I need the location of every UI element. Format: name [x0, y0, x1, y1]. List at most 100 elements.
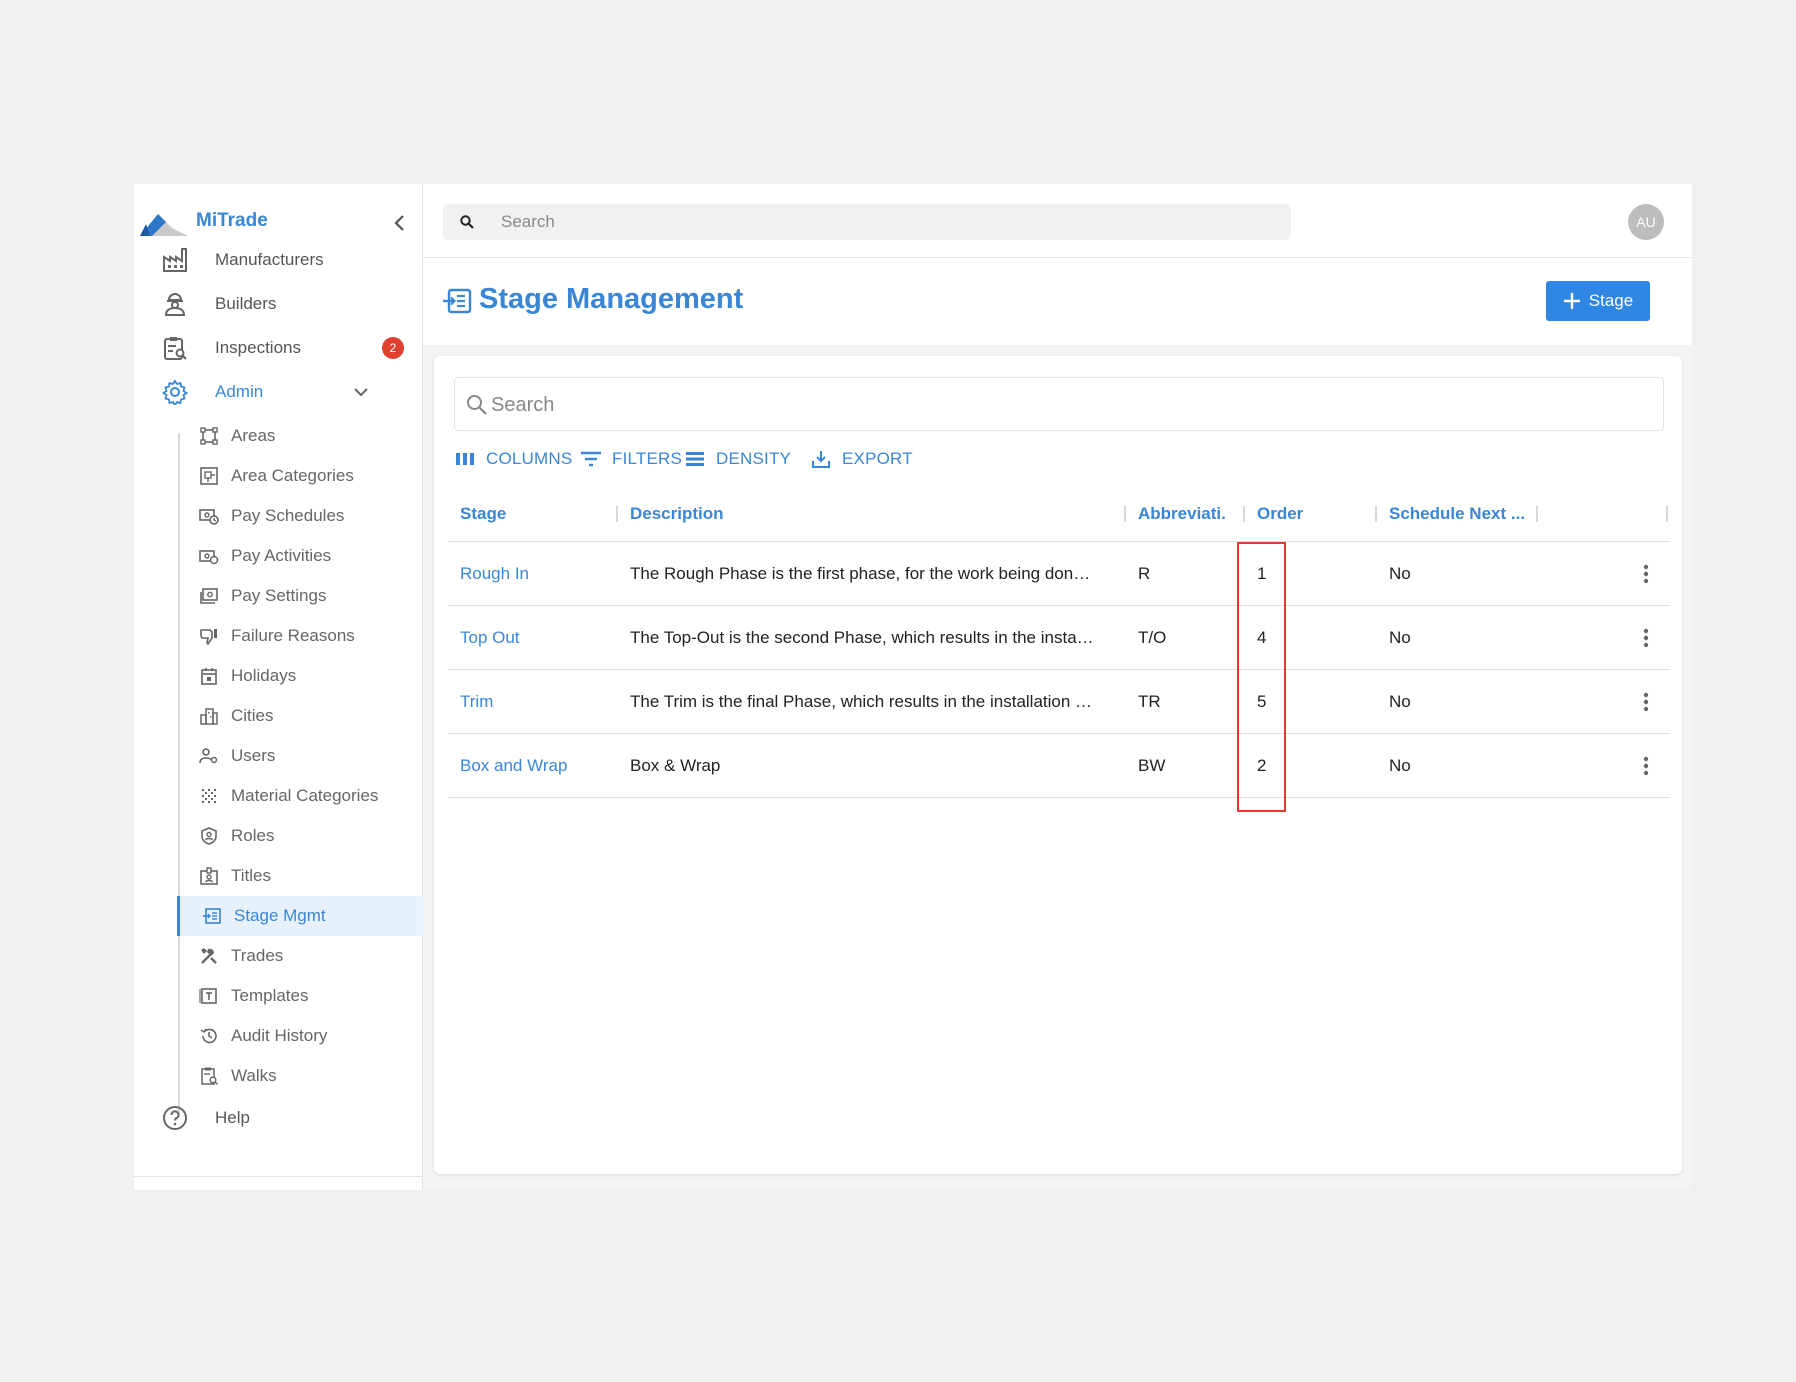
sidebar-item-label: Stage Mgmt — [234, 906, 326, 925]
stage-link[interactable]: Box and Wrap — [460, 734, 615, 798]
table-row[interactable]: Rough In The Rough Phase is the first ph… — [448, 542, 1670, 606]
export-button[interactable]: EXPORT — [810, 444, 913, 474]
tools-icon — [199, 946, 219, 966]
sidebar-item-help[interactable]: Help — [134, 1096, 423, 1140]
more-vertical-icon — [1643, 564, 1649, 584]
row-actions-button[interactable] — [1634, 626, 1658, 650]
sidebar-item-pay-activities[interactable]: Pay Activities — [179, 536, 423, 576]
history-icon — [199, 1026, 219, 1046]
abbreviation-cell: TR — [1138, 692, 1161, 711]
column-header-order[interactable]: Order — [1257, 486, 1367, 542]
data-grid-card: COLUMNS FILTERS DENSITY EXPORT Stage Des… — [434, 356, 1682, 1174]
columns-button[interactable]: COLUMNS — [454, 444, 572, 474]
sidebar-item-stage-mgmt[interactable]: Stage Mgmt — [177, 896, 423, 936]
collapse-sidebar-button[interactable] — [385, 208, 415, 238]
sidebar-item-area-categories[interactable]: Area Categories — [179, 456, 423, 496]
sidebar-item-material-categories[interactable]: Material Categories — [179, 776, 423, 816]
stage-link[interactable]: Rough In — [460, 542, 615, 606]
columns-icon — [454, 448, 476, 470]
calendar-icon — [199, 666, 219, 686]
area-icon — [199, 426, 219, 446]
sidebar-item-admin[interactable]: Admin — [134, 370, 423, 414]
sidebar-item-label: Trades — [231, 946, 284, 965]
plus-icon — [1563, 293, 1580, 309]
global-search[interactable] — [443, 204, 1291, 240]
worker-icon — [162, 291, 188, 317]
more-vertical-icon — [1643, 756, 1649, 776]
more-vertical-icon — [1643, 628, 1649, 648]
global-search-input[interactable] — [501, 210, 1261, 234]
sidebar-item-pay-settings[interactable]: Pay Settings — [179, 576, 423, 616]
column-separator[interactable] — [616, 506, 618, 522]
column-header-description[interactable]: Description — [630, 486, 1110, 542]
topbar: AU — [423, 184, 1692, 258]
table-row[interactable]: Trim The Trim is the final Phase, which … — [448, 670, 1670, 734]
pay-schedules-icon — [199, 506, 219, 526]
column-header-stage[interactable]: Stage — [460, 486, 610, 542]
search-icon — [467, 395, 487, 415]
sidebar-item-label: Admin — [215, 382, 264, 401]
column-header-schedule-next[interactable]: Schedule Next ... — [1389, 486, 1529, 542]
column-separator[interactable] — [1243, 506, 1245, 522]
search-icon — [460, 215, 474, 229]
row-actions-button[interactable] — [1634, 690, 1658, 714]
sidebar-item-label: Roles — [231, 826, 275, 845]
chevron-down-icon — [354, 388, 368, 397]
sidebar-item-audit-history[interactable]: Audit History — [179, 1016, 423, 1056]
sidebar-item-label: Audit History — [231, 1026, 328, 1045]
users-icon — [199, 746, 219, 766]
table-row[interactable]: Box and Wrap Box & Wrap BW 2 No — [448, 734, 1670, 798]
table-row[interactable]: Top Out The Top-Out is the second Phase,… — [448, 606, 1670, 670]
sidebar: MiTrade Manufacturers Builders Inspectio… — [134, 184, 423, 1190]
density-button[interactable]: DENSITY — [684, 444, 791, 474]
description-cell: Box & Wrap — [630, 756, 721, 775]
sidebar-item-builders[interactable]: Builders — [134, 282, 423, 326]
schedule-next-cell: No — [1389, 628, 1411, 647]
schedule-next-cell: No — [1389, 692, 1411, 711]
column-separator[interactable] — [1375, 506, 1377, 522]
sidebar-item-templates[interactable]: Templates — [179, 976, 423, 1016]
grid-toolbar: COLUMNS FILTERS DENSITY EXPORT — [454, 444, 1154, 474]
sidebar-item-failure-reasons[interactable]: Failure Reasons — [179, 616, 423, 656]
column-separator[interactable] — [1536, 506, 1538, 522]
columns-label: COLUMNS — [486, 449, 573, 468]
stage-link[interactable]: Top Out — [460, 606, 615, 670]
sidebar-item-titles[interactable]: Titles — [179, 856, 423, 896]
sidebar-item-manufacturers[interactable]: Manufacturers — [134, 238, 423, 282]
stage-link[interactable]: Trim — [460, 670, 615, 734]
column-header-abbreviation[interactable]: Abbreviati. — [1138, 486, 1230, 542]
chevron-left-icon — [394, 215, 404, 231]
column-separator[interactable] — [1666, 506, 1668, 522]
sidebar-item-walks[interactable]: Walks — [179, 1056, 423, 1096]
grid-search[interactable] — [454, 377, 1664, 431]
sidebar-item-inspections[interactable]: Inspections 2 — [134, 326, 423, 370]
sidebar-item-areas[interactable]: Areas — [179, 416, 423, 456]
download-icon — [810, 448, 832, 470]
sidebar-item-holidays[interactable]: Holidays — [179, 656, 423, 696]
column-separator[interactable] — [1124, 506, 1126, 522]
sidebar-item-cities[interactable]: Cities — [179, 696, 423, 736]
mitrade-logo-icon — [140, 214, 188, 236]
sidebar-item-label: Builders — [215, 294, 277, 313]
density-icon — [684, 448, 706, 470]
clipboard-search-icon — [162, 335, 188, 361]
filters-button[interactable]: FILTERS — [580, 444, 682, 474]
sidebar-item-pay-schedules[interactable]: Pay Schedules — [179, 496, 423, 536]
sidebar-item-label: Walks — [231, 1066, 277, 1085]
add-stage-button[interactable]: Stage — [1546, 281, 1650, 321]
sidebar-item-roles[interactable]: Roles — [179, 816, 423, 856]
sidebar-item-users[interactable]: Users — [179, 736, 423, 776]
sidebar-item-trades[interactable]: Trades — [179, 936, 423, 976]
page-title: Stage Management — [479, 283, 744, 315]
avatar[interactable]: AU — [1628, 204, 1664, 240]
sidebar-item-label: Material Categories — [231, 786, 379, 805]
description-cell: The Trim is the final Phase, which resul… — [630, 692, 1093, 711]
grid-dots-icon — [199, 786, 219, 806]
clipboard-search-icon — [199, 1066, 219, 1086]
grid-search-input[interactable] — [491, 390, 1591, 420]
sidebar-item-label: Inspections — [215, 338, 301, 357]
row-actions-button[interactable] — [1634, 562, 1658, 586]
filter-icon — [580, 448, 602, 470]
row-actions-button[interactable] — [1634, 754, 1658, 778]
filters-label: FILTERS — [612, 449, 683, 468]
